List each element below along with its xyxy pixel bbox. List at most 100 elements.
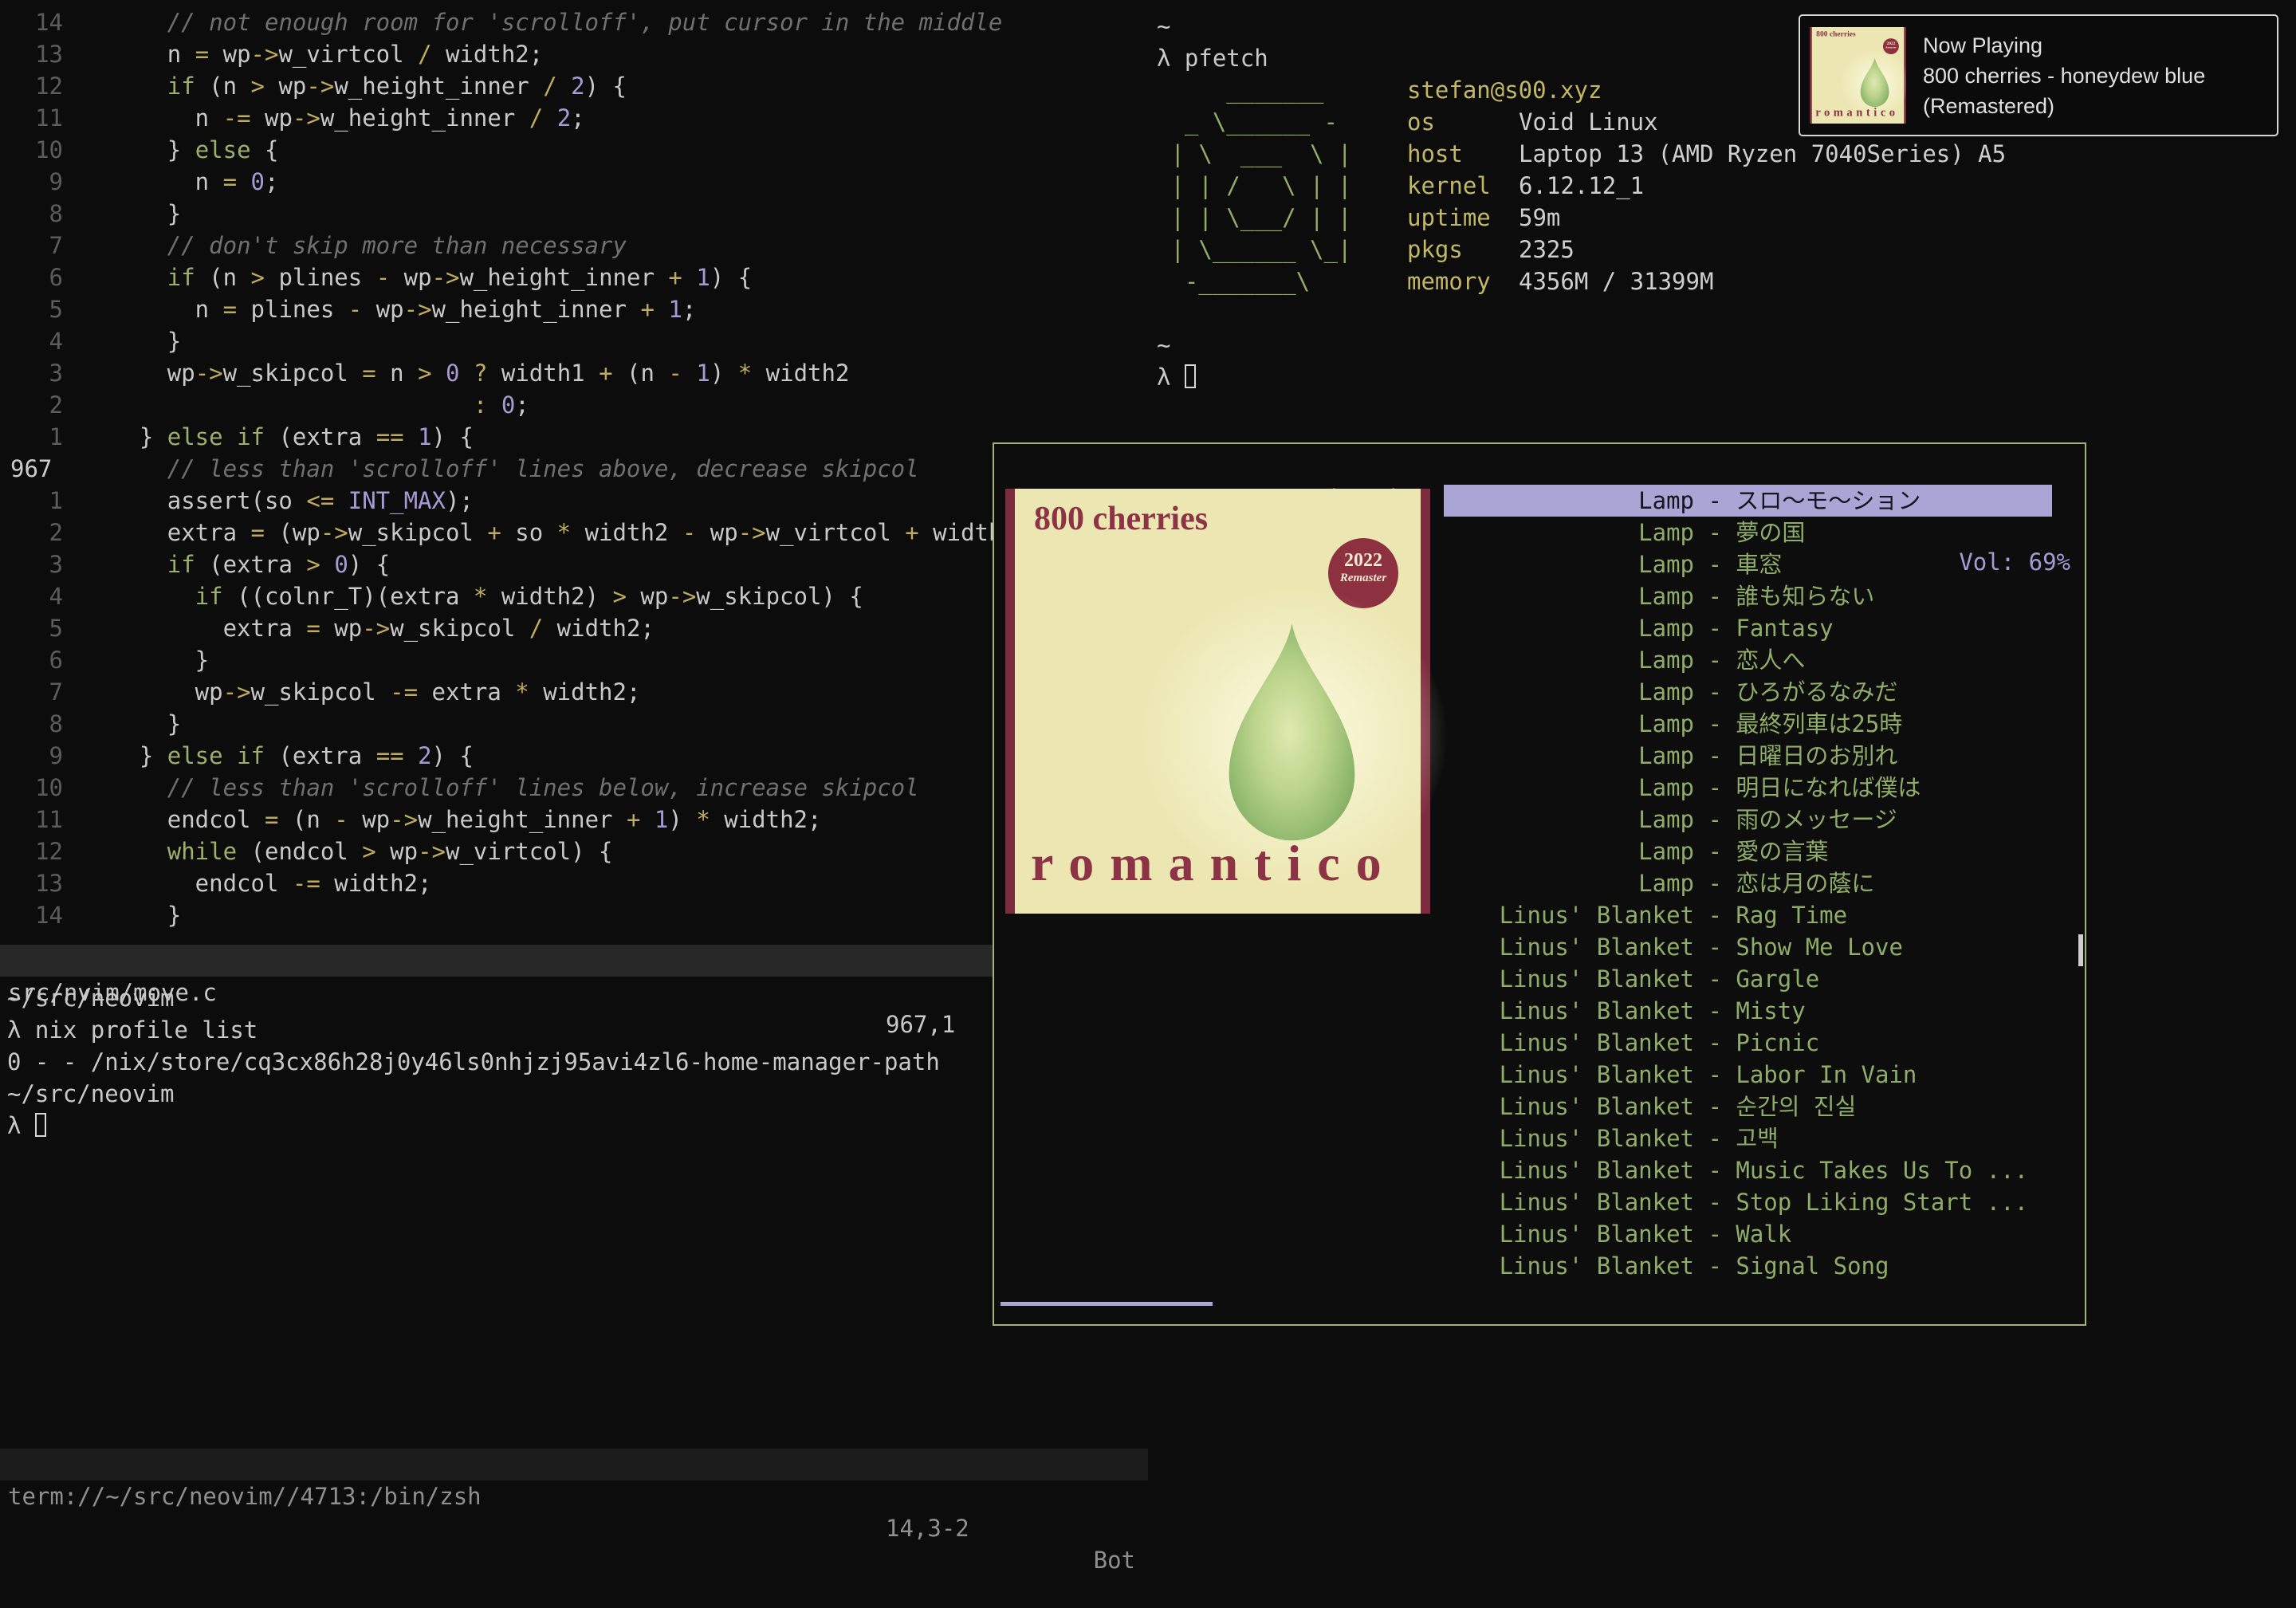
track-title: 恋人へ (1736, 647, 1805, 674)
track-artist: Linus' Blanket (1444, 1091, 1694, 1122)
track-row[interactable]: Linus' Blanket - Picnic (1444, 1027, 2052, 1059)
pfetch-row: | \______ \_|pkgs2325 (1157, 234, 2006, 265)
line-number: 12 (0, 835, 63, 867)
track-row[interactable]: Linus' Blanket - Gargle (1444, 963, 2052, 995)
code-line: 8 } (0, 708, 1148, 740)
album-cover: 800 cherries 2022 Remaster romantico (1005, 489, 1430, 914)
shell-prompt[interactable]: λ (7, 1110, 940, 1142)
track-row[interactable]: Linus' Blanket - 순간의 진실 (1444, 1091, 2052, 1122)
track-title: Misty (1736, 997, 1805, 1024)
track-title: 車窓 (1736, 551, 1782, 578)
track-artist: Linus' Blanket (1444, 1218, 1694, 1250)
line-number: 7 (0, 676, 63, 708)
code-line: 967 // less than 'scrolloff' lines above… (0, 453, 1148, 485)
track-title: Walk (1736, 1221, 1791, 1248)
code-line: 1 assert(so <= INT_MAX); (0, 485, 1148, 517)
track-artist: Lamp (1444, 708, 1694, 740)
code-buffer[interactable]: 14 // not enough room for 'scrolloff', p… (0, 6, 1148, 931)
track-artist: Linus' Blanket (1444, 963, 1694, 995)
album-cover-thumb: 800 cherries 2022 Remaster romantico (1810, 27, 1906, 124)
line-number: 1 (0, 421, 63, 453)
track-row[interactable]: Lamp - Fantasy (1444, 612, 2052, 644)
code-line: 3 if (extra > 0) { (0, 548, 1148, 580)
shell-prompt[interactable]: λ (1157, 361, 2006, 393)
pfetch-row: | | / \ | |kernel6.12.12_1 (1157, 170, 2006, 202)
line-number: 11 (0, 102, 63, 134)
terminal-line (1157, 297, 2006, 329)
distro-ascii-art: -_______\ (1157, 265, 1407, 297)
line-number: 9 (0, 166, 63, 198)
playlist[interactable]: Lamp - スロ～モ～ションLamp - 夢の国Lamp - 車窓Lamp -… (1444, 485, 2052, 1282)
line-number: 6 (0, 644, 63, 676)
track-row[interactable]: Lamp - 恋人へ (1444, 644, 2052, 676)
track-row[interactable]: Lamp - 雨のメッセージ (1444, 804, 2052, 835)
line-number: 2 (0, 517, 63, 548)
code-line: 2 : 0; (0, 389, 1148, 421)
album-artist-text: 800 cherries (1816, 29, 1856, 38)
track-artist: Lamp (1444, 612, 1694, 644)
code-line: 14 // not enough room for 'scrolloff', p… (0, 6, 1148, 38)
line-number: 3 (0, 548, 63, 580)
terminal-line: λ nix profile list (7, 1014, 940, 1046)
track-title: 순간의 진실 (1736, 1093, 1856, 1120)
playlist-scrollbar[interactable] (2078, 934, 2083, 966)
track-row[interactable]: Lamp - 明日になれば僕は (1444, 772, 2052, 804)
track-row[interactable]: Lamp - 愛の言葉 (1444, 835, 2052, 867)
track-title: Picnic (1736, 1029, 1819, 1056)
distro-ascii-art: | \ ___ \ | (1157, 138, 1407, 170)
track-row[interactable]: Lamp - 誰も知らない (1444, 580, 2052, 612)
track-title: Gargle (1736, 965, 1819, 993)
distro-ascii-art: | \______ \_| (1157, 234, 1407, 265)
pfetch-row: | \ ___ \ |hostLaptop 13 (AMD Ryzen 7040… (1157, 138, 2006, 170)
line-number: 4 (0, 580, 63, 612)
track-title: スロ～モ～ション (1736, 487, 1921, 514)
track-row[interactable]: Lamp - 恋は月の蔭に (1444, 867, 2052, 899)
track-artist: Linus' Blanket (1444, 1122, 1694, 1154)
track-artist: Lamp (1444, 485, 1694, 517)
track-row[interactable]: Linus' Blanket - Misty (1444, 995, 2052, 1027)
track-title: Labor In Vain (1736, 1061, 1917, 1088)
line-number: 2 (0, 389, 63, 421)
track-artist: Lamp (1444, 804, 1694, 835)
track-row[interactable]: Lamp - 最終列車は25時 (1444, 708, 2052, 740)
track-row[interactable]: Linus' Blanket - Rag Time (1444, 899, 2052, 931)
track-artist: Lamp (1444, 740, 1694, 772)
neovim-window: 14 // not enough room for 'scrolloff', p… (0, 0, 1148, 1531)
notification-song: 800 cherries - honeydew blue (1923, 61, 2205, 91)
track-row[interactable]: Linus' Blanket - Labor In Vain (1444, 1059, 2052, 1091)
track-title: 最終列車は25時 (1736, 710, 1902, 737)
line-number: 9 (0, 740, 63, 772)
album-title-text: romantico (1031, 834, 1398, 893)
distro-ascii-art: _ \______ - (1157, 106, 1407, 138)
terminal-buffer[interactable]: ~/src/neovimλ nix profile list0 - - /nix… (7, 982, 940, 1142)
track-row[interactable]: Lamp - 車窓 (1444, 548, 2052, 580)
line-number: 8 (0, 198, 63, 230)
track-row[interactable]: Lamp - ひろがるなみだ (1444, 676, 2052, 708)
track-row[interactable]: Linus' Blanket - Signal Song (1444, 1250, 2052, 1282)
distro-ascii-art: | | \___/ | | (1157, 202, 1407, 234)
track-artist: Lamp (1444, 835, 1694, 867)
code-line: 10 // less than 'scrolloff' lines below,… (0, 772, 1148, 804)
music-player-window: herries - honeydew blue (Remas [Playing]… (993, 442, 2086, 1326)
track-artist: Linus' Blanket (1444, 995, 1694, 1027)
track-row[interactable]: Linus' Blanket - Music Takes Us To ... (1444, 1154, 2052, 1186)
track-title: 誰も知らない (1736, 583, 1874, 610)
distro-ascii-art: _______ (1157, 74, 1407, 106)
track-row[interactable]: Lamp - 夢の国 (1444, 517, 2052, 548)
code-line: 3 wp->w_skipcol = n > 0 ? width1 + (n - … (0, 357, 1148, 389)
progress-bar[interactable] (1001, 1302, 1213, 1306)
track-row[interactable]: Linus' Blanket - Stop Liking Start ... (1444, 1186, 2052, 1218)
code-line: 1 } else if (extra == 1) { (0, 421, 1148, 453)
track-row[interactable]: Linus' Blanket - Show Me Love (1444, 931, 2052, 963)
code-line: 9 } else if (extra == 2) { (0, 740, 1148, 772)
code-line: 5 extra = wp->w_skipcol / width2; (0, 612, 1148, 644)
line-number: 13 (0, 867, 63, 899)
track-artist: Lamp (1444, 517, 1694, 548)
now-playing-notification[interactable]: 800 cherries 2022 Remaster romantico Now… (1799, 14, 2278, 136)
track-row[interactable]: Linus' Blanket - 고백 (1444, 1122, 2052, 1154)
statusline-move-c: src/nvim/move.c 967,1 (0, 945, 1148, 977)
track-row[interactable]: Lamp - 日曜日のお別れ (1444, 740, 2052, 772)
terminal-line: ~ (1157, 329, 2006, 361)
track-row-selected[interactable]: Lamp - スロ～モ～ション (1444, 485, 2052, 517)
track-row[interactable]: Linus' Blanket - Walk (1444, 1218, 2052, 1250)
